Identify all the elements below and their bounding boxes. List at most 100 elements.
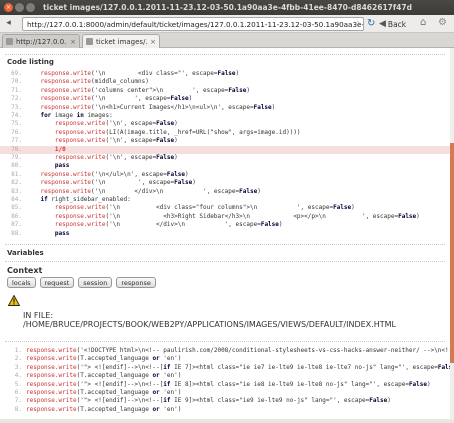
tab-localhost[interactable]: http://127.0.0.... × bbox=[2, 34, 80, 48]
line-number: 87. bbox=[11, 221, 22, 229]
tab-favicon-icon bbox=[6, 38, 13, 45]
address-bar[interactable]: http://127.0.0.1:8000/admin/default/tick… bbox=[22, 17, 364, 31]
code-line: 76. response.write(LI(A(image.title, _hr… bbox=[0, 129, 450, 137]
line-number: 1. bbox=[14, 347, 22, 354]
code-line: 85. response.write('\n <div class="four … bbox=[0, 204, 450, 212]
context-session-button[interactable]: session bbox=[78, 277, 113, 288]
context-response-button[interactable]: response bbox=[116, 277, 156, 288]
line-number: 78. bbox=[11, 145, 22, 153]
in-file-label: IN FILE: bbox=[23, 311, 54, 320]
separator bbox=[5, 54, 445, 55]
line-number: 7. bbox=[14, 397, 22, 405]
line-number: 82. bbox=[11, 179, 22, 187]
code-text: pass bbox=[54, 162, 70, 170]
line-number: 81. bbox=[11, 170, 22, 178]
code-text: response.write('\n </div>\n ', escape=Fa… bbox=[54, 221, 283, 229]
code-text: pass bbox=[54, 229, 70, 237]
line-number: 72. bbox=[11, 95, 22, 103]
tab-close-icon[interactable]: × bbox=[70, 38, 76, 46]
code-text: response.write('\n <div class="four colu… bbox=[54, 204, 355, 212]
line-number: 69. bbox=[11, 70, 22, 77]
url-text[interactable]: http://127.0.0.1:8000/admin/default/tick… bbox=[27, 20, 363, 29]
code-text: response.write('\n ', escape=False) bbox=[40, 95, 193, 103]
window-titlebar: × ticket images/127.0.0.1.2011-11-23.12-… bbox=[0, 0, 454, 15]
tab-close-icon[interactable]: × bbox=[150, 38, 156, 46]
line-number: 85. bbox=[11, 204, 22, 212]
code-text: 1/0 bbox=[26, 145, 66, 153]
reload-icon[interactable]: ↻ bbox=[367, 18, 375, 29]
line-number: 8. bbox=[14, 405, 22, 413]
window-close-button[interactable]: × bbox=[4, 3, 13, 12]
navigation-toolbar: ◂ http://127.0.0.1:8000/admin/default/ti… bbox=[0, 15, 454, 33]
line-number: 74. bbox=[11, 112, 22, 119]
window-title: ticket images/127.0.0.1.2011-11-23.12-03… bbox=[43, 3, 412, 12]
code-text: response.write('columns center">\n ', es… bbox=[40, 86, 250, 94]
status-strip bbox=[0, 419, 454, 423]
line-number: 79. bbox=[11, 154, 22, 161]
code-line: 81. response.write('\n</ul>\n', escape=F… bbox=[0, 171, 450, 179]
code-line: 74. for image in images: bbox=[0, 112, 450, 120]
code-text: response.write(middle_columns) bbox=[40, 78, 149, 86]
code-text: response.write('\n ', escape=False) bbox=[40, 179, 196, 187]
nav-dropdown-icon[interactable]: ◂ bbox=[2, 17, 15, 30]
code-line: 4. response.write(T.accepted_language or … bbox=[0, 372, 450, 380]
line-number: 3. bbox=[14, 363, 22, 371]
back-icon: ◀ bbox=[379, 19, 386, 29]
code-line: 88. pass bbox=[0, 230, 450, 238]
line-number: 86. bbox=[11, 212, 22, 220]
code-text: response.write('\n', escape=False) bbox=[54, 137, 178, 145]
star-icon[interactable]: ☆ bbox=[354, 19, 361, 28]
tab-label: http://127.0.0.... bbox=[16, 37, 67, 46]
code-text: response.write('\n <h3>Right Sidebar</h3… bbox=[54, 212, 420, 220]
tab-ticket-images[interactable]: ticket images/... × bbox=[82, 34, 160, 48]
variables-heading[interactable]: Variables bbox=[7, 249, 44, 257]
home-icon[interactable]: ⌂ bbox=[420, 17, 426, 28]
code-line: 75. response.write('\n', escape=False) bbox=[0, 120, 450, 128]
code-text: response.write('"> <![endif]-->\n<!--[if… bbox=[26, 363, 450, 371]
tab-label: ticket images/... bbox=[96, 37, 148, 46]
scrollbar-thumb[interactable] bbox=[450, 143, 454, 363]
code-text: response.write(T.accepted_language or 'e… bbox=[26, 372, 182, 380]
vertical-scrollbar[interactable] bbox=[450, 48, 454, 419]
code-text: response.write('\n </div>\n ', escape=Fa… bbox=[40, 187, 261, 195]
code-text: response.write('\n<h1>Current Images</h1… bbox=[40, 103, 276, 111]
code-line: 69. response.write('\n <div class="', es… bbox=[0, 70, 450, 78]
line-number: 70. bbox=[11, 78, 22, 86]
line-number: 4. bbox=[14, 372, 22, 380]
code-line: 84. if right_sidebar_enabled: bbox=[0, 196, 450, 204]
back-label: Back bbox=[387, 19, 407, 29]
gear-icon[interactable]: ⚙ bbox=[438, 17, 447, 28]
tab-bar: http://127.0.0.... × ticket images/... × bbox=[0, 33, 454, 48]
code-text: if right_sidebar_enabled: bbox=[40, 196, 131, 203]
context-heading: Context bbox=[7, 266, 43, 275]
line-number: 76. bbox=[11, 128, 22, 136]
line-number: 83. bbox=[11, 187, 22, 195]
back-button[interactable]: ◀ Back bbox=[379, 17, 406, 31]
code-line: 71. response.write('columns center">\n '… bbox=[0, 87, 450, 95]
code-line: 3. response.write('"> <![endif]-->\n<!--[… bbox=[0, 364, 450, 372]
code-text: response.write(T.accepted_language or 'e… bbox=[26, 355, 182, 363]
line-number: 2. bbox=[14, 355, 22, 363]
code-text: for image in images: bbox=[40, 112, 113, 119]
code-line: 83. response.write('\n </div>\n ', escap… bbox=[0, 188, 450, 196]
code-text: response.write('\n', escape=False) bbox=[54, 154, 178, 161]
line-number: 5. bbox=[14, 380, 22, 388]
code-line: 77. response.write('\n', escape=False) bbox=[0, 137, 450, 145]
line-number: 73. bbox=[11, 103, 22, 111]
separator bbox=[5, 261, 445, 262]
context-locals-button[interactable]: locals bbox=[7, 277, 36, 288]
file-path: /HOME/BRUCE/PROJECTS/BOOK/WEB2PY/APPLICA… bbox=[23, 320, 396, 329]
code-listing-heading: Code listing bbox=[7, 58, 54, 66]
code-line: 82. response.write('\n ', escape=False) bbox=[0, 179, 450, 187]
code-text: response.write('\n</ul>\n', escape=False… bbox=[40, 170, 189, 178]
line-number: 6. bbox=[14, 389, 22, 396]
line-number: 75. bbox=[11, 120, 22, 128]
line-number: 88. bbox=[11, 229, 22, 237]
line-number: 80. bbox=[11, 162, 22, 170]
separator bbox=[5, 341, 445, 342]
context-request-button[interactable]: request bbox=[39, 277, 75, 288]
window-minimize-button[interactable] bbox=[15, 3, 24, 12]
page-content: \} Code listing 69. response.write('\n <… bbox=[0, 48, 450, 419]
window-maximize-button[interactable] bbox=[26, 3, 35, 12]
code-text: response.write('\n', escape=False) bbox=[54, 120, 178, 128]
